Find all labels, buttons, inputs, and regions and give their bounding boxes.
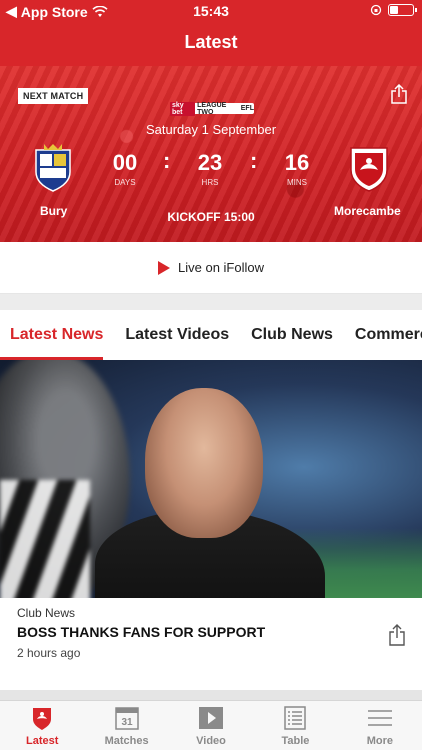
tab-latest-videos[interactable]: Latest Videos [125,310,229,360]
tabbar-label: Latest [26,735,59,747]
page-title: Latest [184,32,238,52]
share-icon[interactable] [388,624,406,646]
tabbar-label: Matches [104,735,149,747]
kickoff-time: KICKOFF 15:00 [167,210,255,224]
tab-commercial[interactable]: Commercial [355,310,422,360]
countdown-separator: : [250,148,258,173]
news-article-card[interactable]: Club News BOSS THANKS FANS FOR SUPPORT 2… [0,598,422,690]
league-name: LEAGUE TWO [197,101,227,116]
league-logo: sky bet LEAGUE TWO EFL [170,101,254,116]
tab-latest-news[interactable]: Latest News [0,310,104,360]
calendar-day: 31 [121,717,133,728]
section-divider [0,294,422,310]
battery-icon [388,4,417,16]
table-icon [284,706,307,730]
bottom-tab-bar: Latest 31 Matches Video Table More [0,700,422,750]
match-date: Saturday 1 September [145,122,277,137]
league-org: EFL [240,105,254,112]
countdown-mins-label: MINS [287,178,307,187]
countdown-days: 00 [112,150,138,175]
share-icon[interactable] [390,84,408,104]
top-bar: ◀ App Store 15:43 Latest [0,0,422,66]
orientation-lock-icon [370,4,382,16]
next-match-badge: NEXT MATCH [18,88,89,104]
countdown-mins: 16 [284,150,310,175]
news-timestamp: 2 hours ago [17,646,81,660]
app-screen: ◀ App Store 15:43 Latest NEXT MATCH sky … [0,0,422,750]
tabbar-item-table[interactable]: Table [253,701,337,750]
manager-head [145,388,263,538]
news-title[interactable]: BOSS THANKS FANS FOR SUPPORT [17,624,265,640]
blurred-shirt [0,480,90,598]
status-time: 15:43 [193,3,229,19]
news-category: Club News [17,606,76,620]
countdown-separator: : [163,148,171,173]
tabbar-item-video[interactable]: Video [169,701,253,750]
news-tabs: Latest News Latest Videos Club News Comm… [0,310,422,360]
tab-club-news[interactable]: Club News [251,310,333,360]
tabbar-item-more[interactable]: More [338,701,422,750]
club-crest-icon [33,708,52,730]
menu-icon [367,710,392,726]
tabbar-label: More [366,735,393,747]
next-match-card[interactable]: NEXT MATCH sky bet LEAGUE TWO EFL Saturd… [0,66,422,242]
play-icon [199,707,224,729]
play-icon [158,260,170,275]
live-ifollow-button[interactable]: Live on iFollow [0,242,422,294]
news-article-image[interactable] [0,360,422,598]
tabbar-label: Table [281,735,310,747]
bury-crest-icon [35,144,71,192]
countdown-hrs: 23 [197,150,223,175]
tabbar-label: Video [196,735,226,747]
status-right [370,4,417,16]
countdown-hrs-label: HRS [201,178,219,187]
status-bar: ◀ App Store 15:43 [0,0,422,22]
tabbar-item-latest[interactable]: Latest [0,701,84,750]
morecambe-crest-icon [350,147,388,192]
calendar-icon: 31 [114,707,139,730]
countdown-days-label: DAYS [114,178,136,187]
live-ifollow-label: Live on iFollow [178,260,264,275]
tabbar-item-matches[interactable]: 31 Matches [84,701,168,750]
sky-bet-label: sky bet [170,101,196,116]
section-divider [0,690,422,700]
